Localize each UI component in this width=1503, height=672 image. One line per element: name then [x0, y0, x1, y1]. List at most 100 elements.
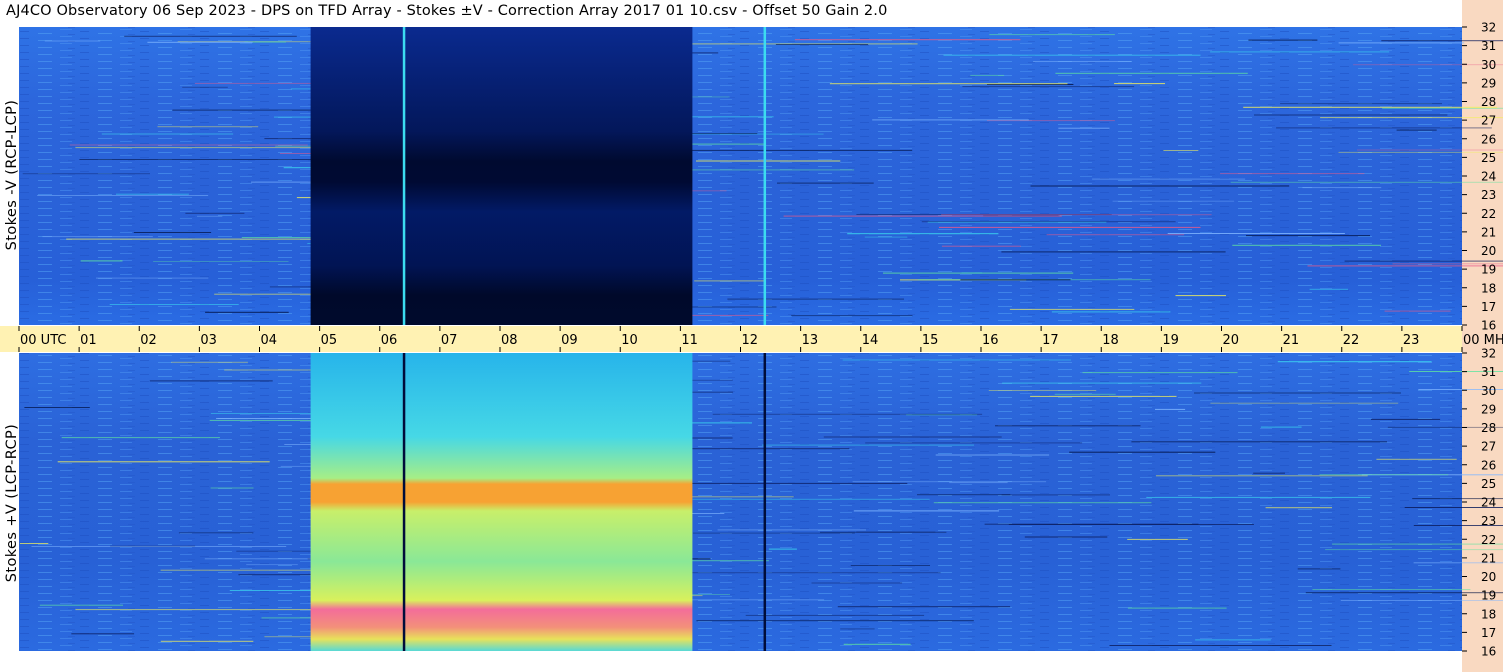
time-tick-label: 20: [1223, 333, 1240, 348]
freq-tick-label: 24: [1481, 496, 1496, 510]
rfi-streak: [1248, 39, 1318, 41]
rfi-streak: [1344, 260, 1503, 262]
time-tick-label: 00 UTC: [20, 333, 66, 348]
rfi-streak: [775, 44, 869, 45]
rfi-streak: [1376, 458, 1457, 460]
freq-tick-label: 19: [1481, 589, 1496, 603]
freq-tick-label: 32: [1481, 21, 1496, 35]
time-tick-label: 06: [381, 333, 398, 348]
rfi-streak: [1024, 536, 1108, 538]
rfi-streak: [823, 436, 1002, 438]
rfi-streak: [852, 481, 1047, 483]
rfi-streak: [1155, 408, 1186, 410]
rfi-streak: [1276, 127, 1492, 129]
burst-region: [310, 27, 693, 325]
freq-tick-label: 25: [1481, 151, 1496, 165]
rfi-streak: [24, 407, 90, 408]
vertical-interference-line: [402, 353, 406, 651]
time-tick-label: 00 MHz: [1463, 333, 1503, 348]
rfi-streak: [1320, 117, 1503, 119]
rfi-streak: [1194, 392, 1401, 394]
rfi-streak: [1305, 592, 1503, 594]
time-tick-label: 02: [140, 333, 157, 348]
rfi-streak: [1127, 538, 1188, 540]
time-tick-label: 12: [742, 333, 759, 348]
rfi-streak: [246, 564, 298, 566]
time-tick-label: 19: [1162, 333, 1179, 348]
rfi-streak: [75, 609, 345, 611]
rfi-streak: [69, 144, 308, 146]
rfi-streak: [1001, 251, 1226, 253]
rfi-streak: [1195, 639, 1271, 641]
time-tick-label: 10: [621, 333, 638, 348]
time-tick-label: 14: [862, 333, 879, 348]
rfi-streak: [1254, 114, 1448, 116]
rfi-streak: [157, 126, 259, 128]
rfi-streak: [1033, 61, 1132, 62]
freq-tick-label: 18: [1481, 281, 1496, 295]
rfi-streak: [921, 221, 1176, 223]
rfi-streak: [197, 215, 223, 217]
rfi-streak: [1309, 288, 1348, 290]
panel-bottom-noise: [19, 353, 1462, 651]
rfi-streak: [1210, 51, 1390, 53]
rfi-streak: [941, 245, 1021, 247]
spectrogram-chart: 32 31 30 29 28 27 26 25 24 23 22 21 20 19 18 17 16 32 31 30…: [0, 0, 1503, 672]
time-tick-label: 22: [1343, 333, 1360, 348]
rfi-streak: [1338, 151, 1503, 153]
rfi-streak: [1069, 451, 1216, 453]
rfi-streak: [727, 298, 904, 300]
rfi-streak: [783, 215, 1062, 217]
rfi-streak: [847, 233, 999, 235]
rfi-streak: [1220, 173, 1365, 175]
vertical-interference-line: [402, 27, 406, 325]
rfi-streak: [1302, 187, 1382, 189]
rfi-streak: [1325, 549, 1503, 551]
rfi-streak: [210, 487, 254, 489]
rfi-streak: [1030, 185, 1290, 187]
time-tick-label: 17: [1042, 333, 1059, 348]
freq-tick-label: 20: [1481, 570, 1496, 584]
rfi-streak: [696, 620, 974, 622]
rfi-streak: [917, 494, 1011, 496]
rfi-streak: [1338, 42, 1465, 44]
freq-tick-label: 31: [1481, 365, 1496, 379]
rfi-streak: [149, 380, 273, 382]
rfi-streak: [171, 361, 248, 363]
freq-tick-label: 27: [1481, 440, 1496, 454]
rfi-streak: [1396, 129, 1437, 131]
rfi-streak: [205, 311, 289, 313]
rfi-streak: [290, 88, 312, 90]
rfi-streak: [1001, 494, 1110, 496]
freq-tick-label: 22: [1481, 207, 1496, 221]
rfi-streak: [1307, 265, 1503, 267]
rfi-streak: [1092, 178, 1246, 180]
rfi-streak: [1265, 507, 1332, 509]
rfi-streak: [37, 195, 209, 196]
freq-tick-label: 21: [1481, 225, 1496, 239]
rfi-streak: [1277, 361, 1432, 363]
freq-tick-label: 24: [1481, 170, 1496, 184]
rfi-streak: [853, 510, 1000, 512]
rfi-streak: [850, 565, 930, 566]
time-tick-label: 07: [441, 333, 458, 348]
rfi-streak: [1002, 382, 1202, 384]
time-tick-label: 03: [200, 333, 217, 348]
rfi-streak: [1175, 295, 1226, 297]
freq-tick-label: 25: [1481, 477, 1496, 491]
rfi-streak: [1030, 395, 1177, 397]
rfi-streak: [970, 74, 1005, 76]
rfi-streak: [768, 548, 797, 550]
rfi-streak: [124, 35, 297, 37]
freq-tick-label: 23: [1481, 188, 1496, 202]
rfi-streak: [1210, 402, 1399, 404]
freq-tick-label: 28: [1481, 421, 1496, 435]
rfi-streak: [688, 169, 855, 171]
rfi-streak: [1297, 568, 1341, 570]
rfi-streak: [943, 54, 1201, 56]
rfi-streak: [1230, 181, 1503, 183]
rfi-streak: [673, 149, 913, 151]
rfi-streak: [1112, 200, 1235, 202]
rfi-streak: [1114, 83, 1165, 85]
rfi-streak: [1051, 311, 1171, 313]
